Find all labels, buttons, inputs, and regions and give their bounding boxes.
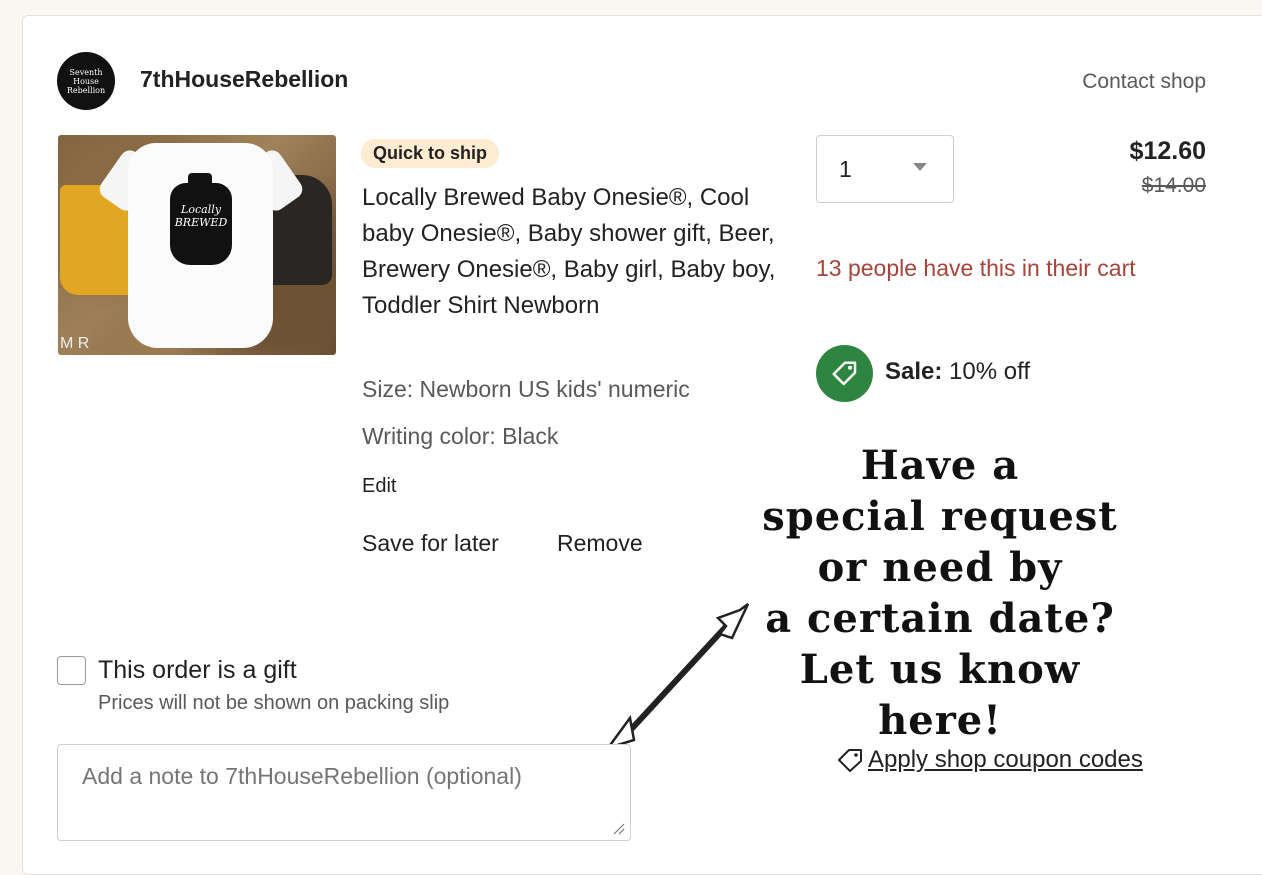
apply-coupon-label[interactable]: Apply shop coupon codes [868,746,1143,774]
tag-icon [838,749,862,772]
item-thumbnail[interactable]: Locally BREWED M R [58,135,336,355]
edit-item-link[interactable]: Edit [362,475,396,498]
original-price: $14.00 [1141,174,1206,197]
tag-icon [816,345,873,402]
arrow-icon [604,603,750,751]
item-title-link[interactable]: Locally Brewed Baby Onesie®, Cool baby O… [362,180,782,324]
shop-logo[interactable]: Seventh House Rebellion [57,52,115,110]
special-request-promo: Have a special request or need by a cert… [762,442,1118,744]
apply-coupon-link[interactable]: Apply shop coupon codes [836,746,1143,774]
note-to-seller-field[interactable] [57,744,631,841]
contact-shop-link[interactable]: Contact shop [1082,70,1206,94]
thumbnail-watermark: M R [60,335,90,352]
quick-to-ship-badge: Quick to ship [361,139,500,168]
gift-helper-text: Prices will not be shown on packing slip [98,692,450,714]
quantity-value: 1 [839,156,852,182]
sale-value: 10% off [949,358,1030,385]
resize-grip-icon[interactable] [610,820,626,836]
quantity-select[interactable]: 1 [816,135,954,203]
sale-info: Sale: 10% off [885,358,1030,386]
variation-writing-color: Writing color: Black [362,423,559,449]
chevron-down-icon [913,163,927,171]
save-for-later-button[interactable]: Save for later [362,530,499,557]
thumbnail-print-text: Locally BREWED [174,203,228,229]
remove-item-button[interactable]: Remove [557,530,643,557]
cart-demand-note: 13 people have this in their cart [816,255,1136,281]
sale-price: $12.60 [1129,137,1206,165]
gift-checkbox[interactable] [57,656,86,685]
shop-name[interactable]: 7thHouseRebellion [140,66,348,93]
variation-size: Size: Newborn US kids' numeric [362,376,690,402]
sale-label: Sale: [885,358,943,385]
gift-checkbox-label[interactable]: This order is a gift [98,656,297,685]
